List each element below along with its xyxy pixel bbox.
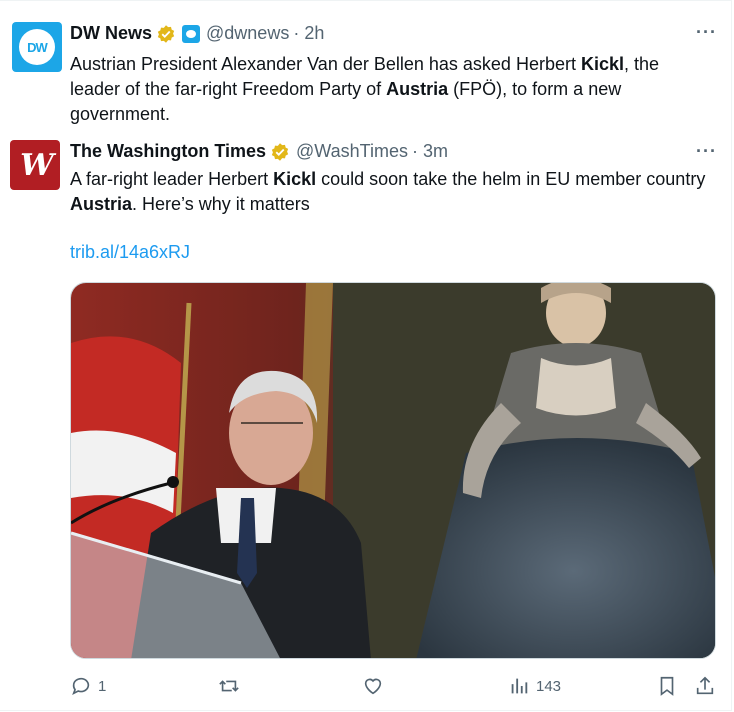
verified-badge-icon [271, 142, 289, 161]
reply-count: 1 [98, 677, 107, 695]
tweet2-timestamp[interactable]: · 3m [412, 141, 448, 162]
photo-illustration [71, 283, 715, 658]
more-icon[interactable]: ··· [696, 141, 717, 162]
action-bar: 1 143 [0, 672, 734, 702]
tweet2-header: The Washington Times @WashTimes · 3m [70, 141, 448, 162]
tweet1-author-name[interactable]: DW News [70, 23, 152, 44]
text-part: A far-right leader Herbert [70, 169, 274, 189]
tweet2-link[interactable]: trib.al/14a6xRJ [70, 242, 190, 263]
affiliation-badge-icon [182, 24, 201, 43]
tweet1-header: DW News @dwnews · 2h [70, 23, 324, 44]
tweet1-handle[interactable]: @dwnews [206, 23, 289, 44]
tweet2-author-name[interactable]: The Washington Times [70, 141, 266, 162]
views-count: 143 [536, 677, 562, 695]
more-icon[interactable]: ··· [696, 22, 717, 43]
like-button[interactable] [362, 675, 384, 697]
dw-logo: DW [19, 29, 55, 65]
like-icon [364, 678, 382, 695]
tweet1-timestamp[interactable]: · 2h [293, 23, 324, 44]
tweet1-text: Austrian President Alexander Van der Bel… [70, 52, 710, 127]
views-button[interactable]: 143 [508, 675, 561, 697]
share-icon [696, 676, 714, 695]
text-bold: Austria [386, 79, 449, 99]
dw-news-avatar[interactable]: DW [12, 22, 62, 72]
avatar-text: DW [27, 39, 48, 55]
tweet2-handle[interactable]: @WashTimes [296, 141, 408, 162]
retweet-button[interactable] [218, 675, 240, 697]
tweet2-text: A far-right leader Herbert Kickl could s… [70, 167, 710, 217]
bookmark-button[interactable] [656, 675, 678, 697]
reply-icon [72, 677, 90, 696]
reply-button[interactable]: 1 [70, 675, 106, 697]
views-icon [511, 678, 528, 694]
wt-logo: W [20, 147, 54, 183]
bookmark-icon [660, 676, 674, 696]
share-button[interactable] [694, 675, 716, 697]
text-bold: Kickl [580, 54, 624, 74]
washington-times-avatar[interactable]: W [10, 140, 60, 190]
retweet-icon [219, 680, 239, 692]
text-bold: Austria [70, 194, 133, 214]
text-bold: Kickl [273, 169, 317, 189]
text-part: . Here’s why it matters [132, 194, 310, 214]
text-part: could soon take the helm in EU member co… [316, 169, 706, 189]
tweet-photo[interactable] [70, 282, 716, 659]
text-part: Austrian President Alexander Van der Bel… [70, 54, 581, 74]
verified-badge-icon [157, 24, 175, 43]
